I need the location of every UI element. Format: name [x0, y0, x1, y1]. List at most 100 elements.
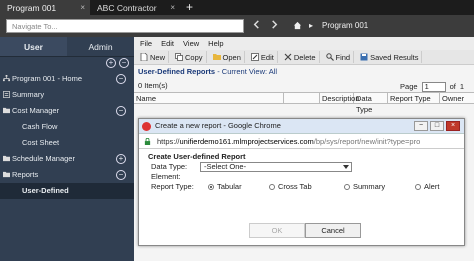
delete-button-label: Delete — [293, 52, 316, 62]
radio-summary[interactable]: Summary — [344, 182, 385, 192]
radio-label: Summary — [353, 182, 386, 191]
close-icon[interactable]: × — [170, 3, 175, 12]
sidebar-item-program-home[interactable]: Program 001 - Home − — [0, 71, 134, 87]
collapse-icon[interactable]: − — [116, 74, 126, 84]
current-view-value[interactable]: All — [269, 67, 277, 76]
sidebar-item-reports[interactable]: Reports − — [0, 167, 134, 183]
page-input[interactable]: 1 — [421, 81, 446, 92]
create-report-dialog: Create a new report - Google Chrome − □ … — [138, 118, 465, 246]
page-label: Page — [400, 82, 418, 91]
column-report-type[interactable]: Report Type — [388, 93, 440, 103]
radio-button — [415, 184, 421, 190]
sidebar-item-user-defined[interactable]: User-Defined — [0, 183, 134, 199]
sidebar-item-label: Summary — [12, 90, 45, 99]
data-type-label: Data Type: — [151, 162, 188, 171]
sidebar-item-label: User-Defined — [22, 186, 69, 195]
dialog-title: Create a new report - Google Chrome — [155, 121, 281, 130]
sidebar-item-cost-sheet[interactable]: Cost Sheet — [0, 135, 134, 151]
ok-button[interactable]: OK — [249, 223, 305, 238]
expand-all-icon[interactable]: + — [106, 58, 116, 68]
folder-icon — [3, 171, 10, 178]
report-list-title: User-Defined Reports — [138, 67, 216, 76]
url-host: unifierdemo161.mlmprojectservices.com — [179, 137, 314, 146]
back-arrow-icon[interactable] — [252, 20, 261, 29]
sidebar-tab-admin[interactable]: Admin — [67, 37, 134, 56]
column-sort-icon[interactable] — [284, 93, 320, 103]
data-type-value: -Select One- — [204, 162, 247, 171]
tab-abc-contractor[interactable]: ABC Contractor × — [90, 0, 180, 15]
find-button[interactable]: Find — [323, 51, 355, 63]
open-button[interactable]: Open — [210, 51, 245, 63]
radio-cross-tab[interactable]: Cross Tab — [269, 182, 312, 192]
collapse-icon[interactable]: − — [116, 170, 126, 180]
radio-alert[interactable]: Alert — [415, 182, 439, 192]
delete-button[interactable]: Delete — [281, 51, 320, 63]
new-button[interactable]: New — [137, 51, 170, 63]
item-count: 0 Item(s) — [138, 81, 168, 90]
saved-results-button[interactable]: Saved Results — [357, 51, 423, 63]
page-title: User-Defined Reports - Current View: All — [134, 65, 474, 79]
home-icon[interactable] — [293, 21, 302, 30]
sidebar-tabs: User Admin — [0, 37, 134, 57]
column-name[interactable]: Name — [134, 93, 284, 103]
sidebar-item-cost-manager[interactable]: Cost Manager − — [0, 103, 134, 119]
minimize-icon[interactable]: − — [414, 121, 428, 131]
sidebar-item-label: Cost Manager — [12, 106, 60, 115]
radio-label: Tabular — [217, 182, 242, 191]
table-header: Name Description Data Type Report Type O… — [134, 92, 474, 114]
page-total: 1 — [459, 82, 464, 91]
form-title: Create User-defined Report — [148, 152, 246, 161]
forward-arrow-icon[interactable] — [270, 20, 279, 29]
chevron-down-icon — [343, 165, 349, 169]
element-label: Element: — [151, 172, 181, 181]
sidebar-item-label: Cost Sheet — [22, 138, 60, 147]
sidebar-item-label: Cash Flow — [22, 122, 58, 131]
new-document-icon — [140, 53, 148, 61]
data-type-row: Data Type: -Select One- — [148, 162, 455, 172]
close-icon[interactable]: × — [446, 121, 460, 131]
radio-label: Cross Tab — [278, 182, 312, 191]
menu-file[interactable]: File — [140, 37, 152, 50]
radio-button — [344, 184, 350, 190]
sidebar-item-label: Program 001 - Home — [12, 74, 83, 83]
column-data-type[interactable]: Data Type — [354, 93, 388, 114]
radio-button — [269, 184, 275, 190]
sidebar-item-label: Schedule Manager — [12, 154, 75, 163]
tab-label: Program 001 — [7, 2, 57, 13]
sidebar-item-schedule-manager[interactable]: Schedule Manager + — [0, 151, 134, 167]
hierarchy-icon — [3, 75, 10, 82]
close-icon[interactable]: × — [80, 3, 85, 12]
chrome-icon — [142, 122, 151, 131]
dialog-url-bar: https://unifierdemo161.mlmprojectservice… — [139, 134, 464, 149]
element-row: Element: — [148, 172, 455, 182]
new-tab-icon[interactable]: + — [186, 0, 193, 15]
breadcrumb[interactable]: Program 001 — [322, 21, 368, 30]
lock-icon — [144, 138, 151, 145]
data-type-select[interactable]: -Select One- — [200, 162, 352, 172]
menu-help[interactable]: Help — [208, 37, 223, 50]
collapse-all-icon[interactable]: − — [119, 58, 129, 68]
copy-button[interactable]: Copy — [172, 51, 207, 63]
find-button-label: Find — [335, 52, 351, 62]
sidebar-tab-user[interactable]: User — [0, 37, 67, 56]
column-owner[interactable]: Owner — [440, 93, 474, 103]
sidebar: User Admin + − Program 001 - Home − Summ… — [0, 37, 134, 261]
cancel-button[interactable]: Cancel — [305, 223, 361, 238]
edit-icon — [250, 53, 259, 61]
radio-tabular[interactable]: Tabular — [208, 182, 242, 192]
navigate-to-input[interactable]: Navigate To... — [6, 19, 244, 33]
copy-button-label: Copy — [185, 52, 203, 62]
sidebar-item-summary[interactable]: Summary — [0, 87, 134, 103]
tab-program-001[interactable]: Program 001 × — [0, 0, 90, 15]
menu-view[interactable]: View — [183, 37, 199, 50]
column-description[interactable]: Description — [320, 93, 360, 103]
collapse-icon[interactable]: − — [116, 106, 126, 116]
sidebar-item-label: Reports — [12, 170, 39, 179]
edit-button[interactable]: Edit — [248, 51, 278, 63]
sidebar-item-cash-flow[interactable]: Cash Flow — [0, 119, 134, 135]
copy-icon — [175, 53, 183, 61]
menu-edit[interactable]: Edit — [161, 37, 174, 50]
expand-icon[interactable]: + — [116, 154, 126, 164]
menu-bar: File Edit View Help — [134, 37, 474, 50]
maximize-icon[interactable]: □ — [430, 121, 444, 131]
